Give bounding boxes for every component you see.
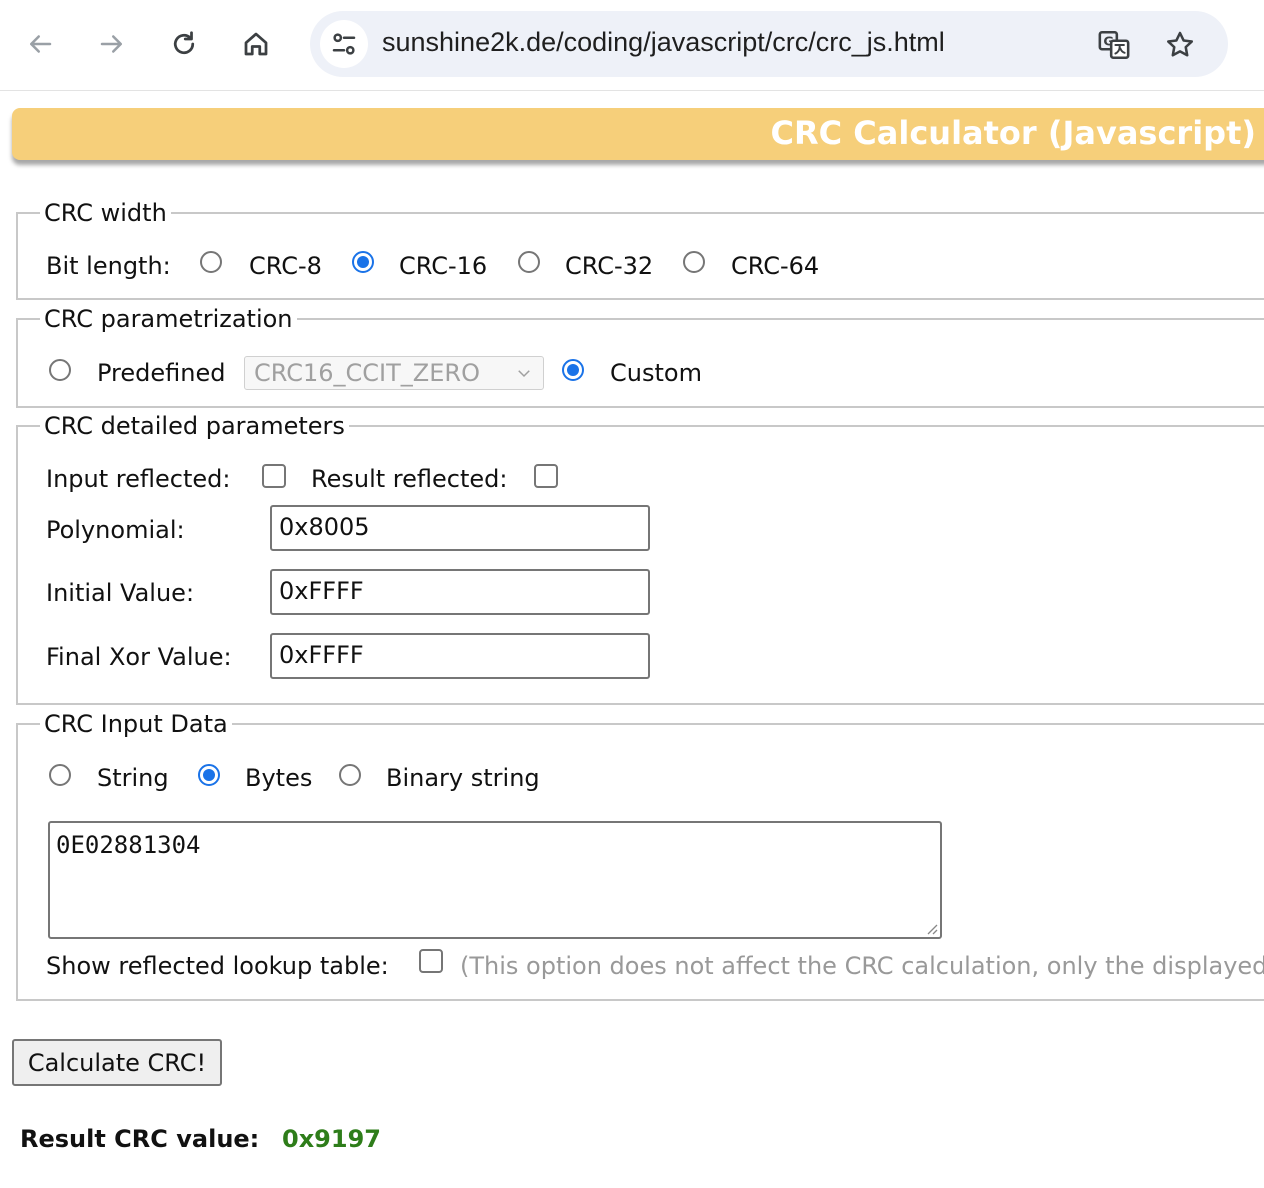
custom-radio[interactable] [562, 359, 584, 381]
final-xor-label: Final Xor Value: [46, 643, 232, 671]
arrow-left-icon [30, 35, 52, 53]
crc-width-fieldset: CRC width Bit length: CRC-8 CRC-16 CRC-3… [16, 199, 1264, 300]
browser-toolbar: sunshine2k.de/coding/javascript/crc/crc_… [0, 0, 1264, 91]
predefined-select-value: CRC16_CCIT_ZERO [254, 359, 480, 387]
predefined-label[interactable]: Predefined [97, 359, 225, 387]
bit-length-label: Bit length: [46, 252, 171, 280]
crc32-radio[interactable] [518, 251, 540, 273]
arrow-right-icon [100, 35, 122, 53]
input-reflected-label: Input reflected: [46, 465, 231, 493]
url-text[interactable]: sunshine2k.de/coding/javascript/crc/crc_… [382, 27, 945, 58]
chevron-down-icon [518, 370, 530, 378]
polynomial-input[interactable]: 0x8005 [270, 505, 650, 551]
forward-button[interactable] [90, 22, 134, 66]
crc-detailed-parameters-legend: CRC detailed parameters [40, 412, 349, 440]
translate-button[interactable]: G [1096, 27, 1132, 63]
crc-input-data-fieldset: CRC Input Data String Bytes Binary strin… [16, 710, 1264, 1001]
crc32-label[interactable]: CRC-32 [565, 252, 653, 280]
back-button[interactable] [18, 22, 62, 66]
lookup-table-note: (This option does not affect the CRC cal… [460, 952, 1264, 980]
star-icon [1167, 31, 1193, 57]
address-bar[interactable]: sunshine2k.de/coding/javascript/crc/crc_… [310, 11, 1228, 77]
initial-value-label: Initial Value: [46, 579, 195, 607]
resize-handle-icon[interactable] [924, 921, 938, 935]
result-reflected-checkbox[interactable] [534, 464, 558, 488]
crc64-radio[interactable] [683, 251, 705, 273]
crc-width-legend: CRC width [40, 199, 171, 227]
initial-value-input[interactable]: 0xFFFF [270, 569, 650, 615]
binary-string-radio[interactable] [339, 764, 361, 786]
page-banner: CRC Calculator (Javascript) [12, 108, 1264, 160]
input-reflected-checkbox[interactable] [262, 464, 286, 488]
crc16-radio[interactable] [352, 251, 374, 273]
bytes-label[interactable]: Bytes [245, 764, 312, 792]
crc-parametrization-legend: CRC parametrization [40, 305, 297, 333]
string-label[interactable]: String [97, 764, 169, 792]
string-radio[interactable] [49, 764, 71, 786]
polynomial-label: Polynomial: [46, 516, 185, 544]
final-xor-input[interactable]: 0xFFFF [270, 633, 650, 679]
input-data-textarea[interactable]: 0E02881304 [48, 821, 942, 939]
predefined-select[interactable]: CRC16_CCIT_ZERO [244, 356, 544, 390]
reload-button[interactable] [162, 22, 206, 66]
home-icon [244, 32, 268, 56]
crc8-label[interactable]: CRC-8 [249, 252, 322, 280]
calculate-crc-button[interactable]: Calculate CRC! [12, 1039, 222, 1086]
result-label: Result CRC value: [20, 1125, 260, 1153]
result-value: 0x9197 [282, 1125, 381, 1153]
crc-detailed-parameters-fieldset: CRC detailed parameters Input reflected:… [16, 412, 1264, 705]
binary-string-label[interactable]: Binary string [386, 764, 540, 792]
lookup-table-checkbox[interactable] [419, 949, 443, 973]
page-title: CRC Calculator (Javascript) [770, 114, 1256, 152]
custom-label[interactable]: Custom [610, 359, 702, 387]
crc64-label[interactable]: CRC-64 [731, 252, 819, 280]
tune-icon [332, 33, 356, 55]
home-button[interactable] [234, 22, 278, 66]
lookup-table-label: Show reflected lookup table: [46, 952, 389, 980]
translate-icon: G [1098, 30, 1130, 60]
bookmark-button[interactable] [1162, 27, 1198, 63]
bytes-radio[interactable] [198, 764, 220, 786]
crc-parametrization-fieldset: CRC parametrization Predefined CRC16_CCI… [16, 305, 1264, 408]
crc-input-data-legend: CRC Input Data [40, 710, 232, 738]
crc16-label[interactable]: CRC-16 [399, 252, 487, 280]
input-data-value: 0E02881304 [56, 831, 201, 859]
reload-icon [173, 31, 195, 55]
crc8-radio[interactable] [200, 251, 222, 273]
site-info-button[interactable] [320, 20, 368, 68]
result-reflected-label: Result reflected: [311, 465, 508, 493]
predefined-radio[interactable] [49, 359, 71, 381]
